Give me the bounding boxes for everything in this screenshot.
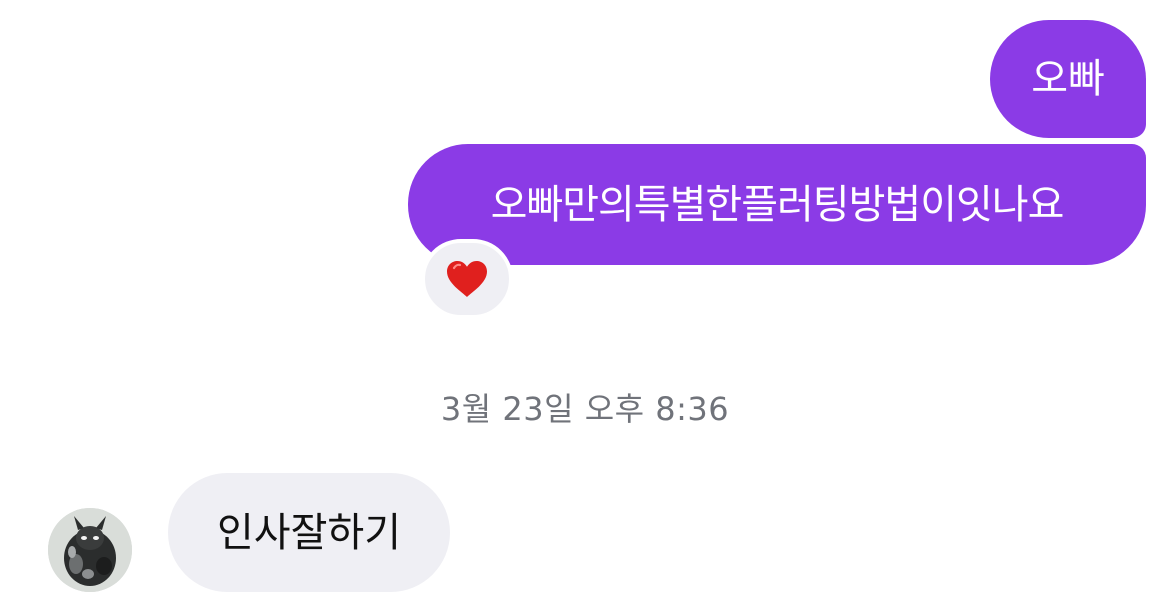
message-text: 오빠 (1031, 56, 1105, 102)
sender-avatar[interactable] (48, 508, 132, 592)
message-reaction[interactable] (421, 239, 513, 319)
avatar-image (48, 508, 132, 592)
message-text: 오빠만의특별한플러팅방법이잇나요 (490, 181, 1065, 228)
sent-message-bubble[interactable]: 오빠만의특별한플러팅방법이잇나요 (408, 144, 1146, 265)
message-text: 인사잘하기 (217, 509, 401, 556)
message-timestamp: 3월 23일 오후 8:36 (440, 390, 730, 428)
sent-message-bubble[interactable]: 오빠 (990, 20, 1146, 138)
heart-emoji-icon (447, 261, 487, 297)
received-message-bubble[interactable]: 인사잘하기 (168, 473, 450, 592)
